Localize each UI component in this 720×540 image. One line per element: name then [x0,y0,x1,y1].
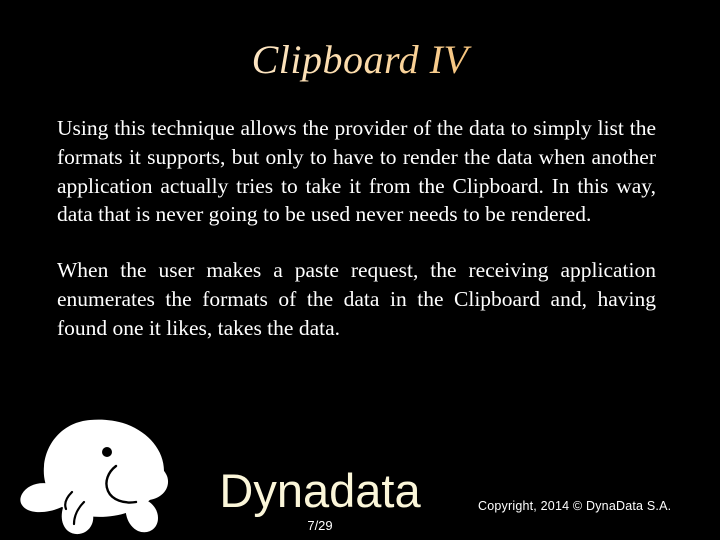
manatee-logo-icon [12,414,190,536]
brand-name: Dynadata [219,464,421,517]
page-title: Clipboard IV [0,36,720,84]
body-paragraph-1: Using this technique allows the provider… [57,116,656,227]
page-number: 7/29 [307,518,333,533]
copyright-notice: Copyright, 2014 © DynaData S.A. [478,499,672,513]
slide-body: Using this technique allows the provider… [57,114,656,343]
slide-canvas: Clipboard IV Using this technique allows… [0,0,720,540]
brand-group: Dynadata 7/29 [198,464,442,534]
body-paragraph-2: When the user makes a paste request, the… [57,258,656,340]
